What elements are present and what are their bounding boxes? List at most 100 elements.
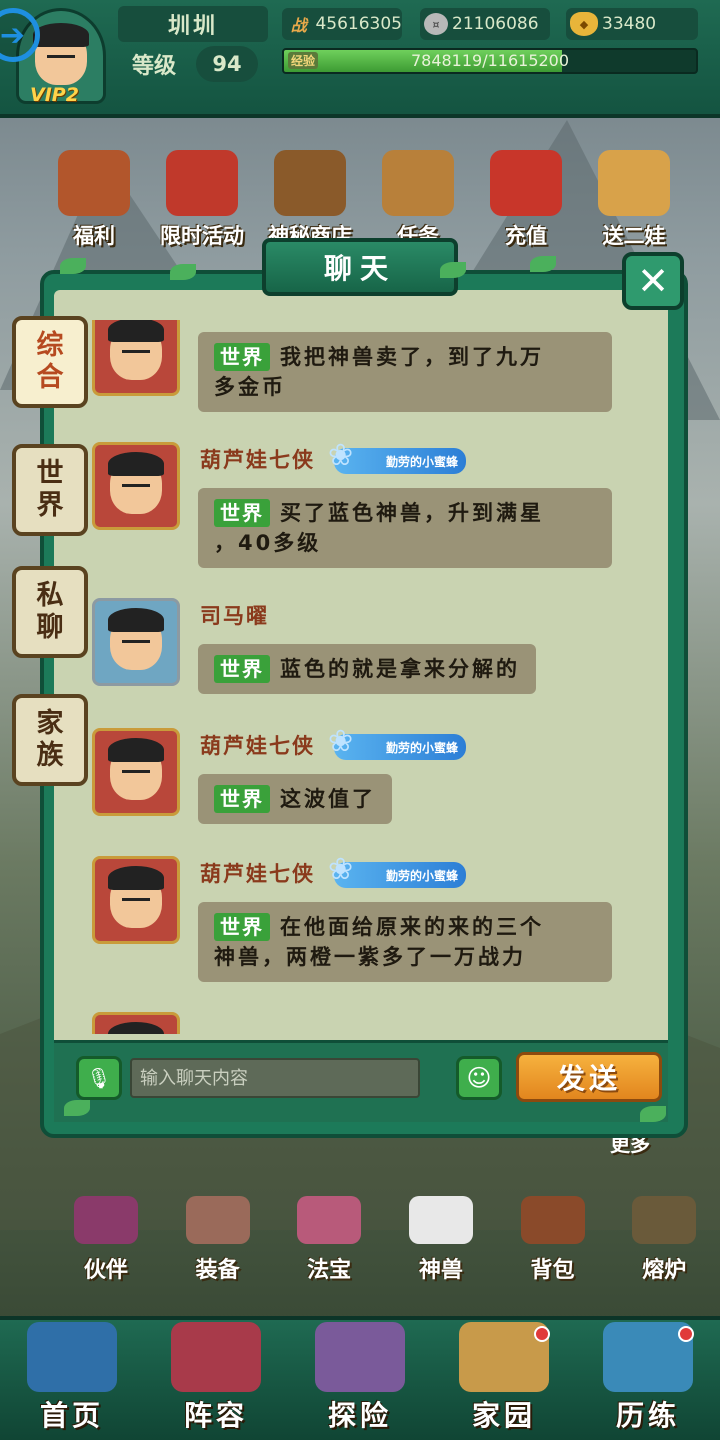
exp-text: 7848119/11615200 <box>410 51 570 70</box>
bee-title-badge: 勤劳的小蜜蜂 <box>328 852 466 888</box>
voice-button[interactable]: 🎙 <box>76 1056 122 1100</box>
top-menu-recharge[interactable]: 充值 <box>472 150 580 250</box>
chat-message: 世界 我把神兽卖了，到了九万 多金币 <box>92 320 652 418</box>
tab-comprehensive[interactable]: 综 合 <box>12 316 88 408</box>
menu-backpack[interactable]: 背包 <box>497 1196 609 1286</box>
menu-label: 神兽 <box>418 1258 463 1283</box>
emoji-button[interactable]: ☺ <box>456 1056 502 1100</box>
tab-label: 族 <box>36 740 64 771</box>
message-text: 在他面给原来的来的三个 <box>280 915 544 939</box>
sender-name[interactable]: 葫芦娃七侠 <box>200 444 315 474</box>
top-menu-tasks[interactable]: 任务 <box>364 150 472 250</box>
partner-icon <box>73 1196 138 1244</box>
sender-name[interactable]: 葫芦娃七侠 <box>200 730 315 760</box>
top-menu-welfare[interactable]: 福利 <box>40 150 148 250</box>
sender-avatar[interactable] <box>92 442 180 530</box>
sender-avatar[interactable] <box>92 1012 180 1034</box>
tab-label: 世 <box>36 458 64 489</box>
nav-training[interactable]: 历练 <box>576 1316 720 1440</box>
chat-title: 聊天 <box>262 238 458 296</box>
tab-world[interactable]: 世 界 <box>12 444 88 536</box>
player-name: 圳圳 <box>118 6 268 42</box>
notification-dot <box>678 1326 694 1342</box>
microphone-icon: 🎙 <box>86 1066 112 1090</box>
chat-message: 葫芦娃七侠 勤劳的小蜜蜂 世界买了蓝色神兽，升到满星 ，40多级 <box>92 438 652 576</box>
sender-name[interactable]: 司马曜 <box>200 600 269 630</box>
nav-lineup[interactable]: 阵容 <box>144 1316 288 1440</box>
close-button[interactable]: ✕ <box>622 252 684 310</box>
sender-avatar[interactable] <box>92 728 180 816</box>
leaf-decoration <box>60 258 86 274</box>
nav-label: 家园 <box>471 1399 536 1432</box>
top-menu-limited-event[interactable]: 限时活动 <box>148 150 256 250</box>
leaf-decoration <box>64 1100 90 1116</box>
gift-icon <box>58 150 130 216</box>
sender-name[interactable]: 葫芦娃七侠 <box>200 858 315 888</box>
avatar-face <box>33 23 89 85</box>
menu-equipment[interactable]: 装备 <box>162 1196 274 1286</box>
menu-label: 装备 <box>195 1258 240 1283</box>
nav-label: 首页 <box>39 1399 104 1432</box>
menu-furnace[interactable]: 熔炉 <box>608 1196 720 1286</box>
close-icon: ✕ <box>637 259 669 303</box>
send-button[interactable]: 发送 <box>516 1052 662 1102</box>
channel-tag: 世界 <box>214 343 270 371</box>
message-bubble: 世界 这波值了 <box>198 774 392 824</box>
avatar-face <box>108 452 164 514</box>
tab-label: 聊 <box>36 612 64 643</box>
tab-label: 家 <box>36 708 64 739</box>
sender-avatar[interactable] <box>92 320 180 396</box>
power-value: 45616305 <box>315 14 402 34</box>
leaf-decoration <box>170 264 196 280</box>
message-text: 这波值了 <box>280 787 376 811</box>
tab-clan[interactable]: 家 族 <box>12 694 88 786</box>
top-menu-gift-erwa[interactable]: 送二娃 <box>580 150 688 250</box>
chat-text-input[interactable] <box>130 1058 420 1098</box>
treasure-bag-icon <box>490 150 562 216</box>
avatar-face <box>108 738 164 800</box>
message-bubble: 世界 买了蓝色神兽，升到满星 ，40多级 <box>198 488 612 568</box>
tab-private[interactable]: 私 聊 <box>12 566 88 658</box>
avatar-face <box>108 320 164 380</box>
menu-label: 熔炉 <box>642 1258 687 1283</box>
equipment-icon <box>185 1196 250 1244</box>
chat-message-list[interactable]: 世界我把神兽卖了，到了九万 多金币 葫芦娃七侠 勤劳的小蜜蜂 世界买了蓝色神兽，… <box>54 320 668 1034</box>
bee-title-badge: 勤劳的小蜜蜂 <box>328 724 466 760</box>
power-stat: 战 45616305 <box>282 8 402 40</box>
gate-icon <box>27 1322 117 1392</box>
avatar-face <box>108 1022 164 1034</box>
nav-explore[interactable]: 探险 <box>288 1316 432 1440</box>
bee-title-badge: 勤劳的小蜜蜂 <box>328 438 466 474</box>
silver-stat: ¤ 21106086 <box>420 8 550 40</box>
panda-icon <box>408 1196 473 1244</box>
top-menu-mystery-shop[interactable]: 神秘商店 <box>256 150 364 250</box>
character-icon <box>598 150 670 216</box>
menu-partner[interactable]: 伙伴 <box>50 1196 162 1286</box>
top-menu-label: 限时活动 <box>160 224 244 248</box>
chat-message: 葫芦娃七侠 勤劳的小蜜蜂 世界在他面给原来的来的三个 神兽，两橙一紫多了一万战力 <box>92 852 652 990</box>
top-menu-label: 福利 <box>73 224 115 248</box>
silver-coin-icon: ¤ <box>424 13 448 35</box>
portal-icon <box>315 1322 405 1392</box>
level-value: 94 <box>196 46 258 82</box>
nav-home[interactable]: 首页 <box>0 1316 144 1440</box>
gold-ingot-icon: ◆ <box>570 12 598 36</box>
treasure-icon <box>297 1196 362 1244</box>
nav-homestead[interactable]: 家园 <box>432 1316 576 1440</box>
chest-icon <box>520 1196 585 1244</box>
message-text: 买了蓝色神兽，升到满星 <box>280 501 544 525</box>
menu-treasure[interactable]: 法宝 <box>273 1196 385 1286</box>
menu-beast[interactable]: 神兽 <box>385 1196 497 1286</box>
exp-bar: 经验 7848119/11615200 <box>282 48 698 74</box>
bottom-nav: 首页 阵容 探险 家园 历练 <box>0 1316 720 1440</box>
shop-icon <box>274 150 346 216</box>
sender-avatar[interactable] <box>92 598 180 686</box>
channel-tag: 世界 <box>214 785 270 813</box>
message-text: 蓝色的就是拿来分解的 <box>280 657 520 681</box>
notification-dot <box>534 1326 550 1342</box>
leaf-decoration <box>530 256 556 272</box>
top-menu-label: 送二娃 <box>602 224 666 248</box>
message-bubble: 世界 我把神兽卖了，到了九万 多金币 <box>198 332 612 412</box>
sender-avatar[interactable] <box>92 856 180 944</box>
tab-label: 综 <box>36 330 64 361</box>
